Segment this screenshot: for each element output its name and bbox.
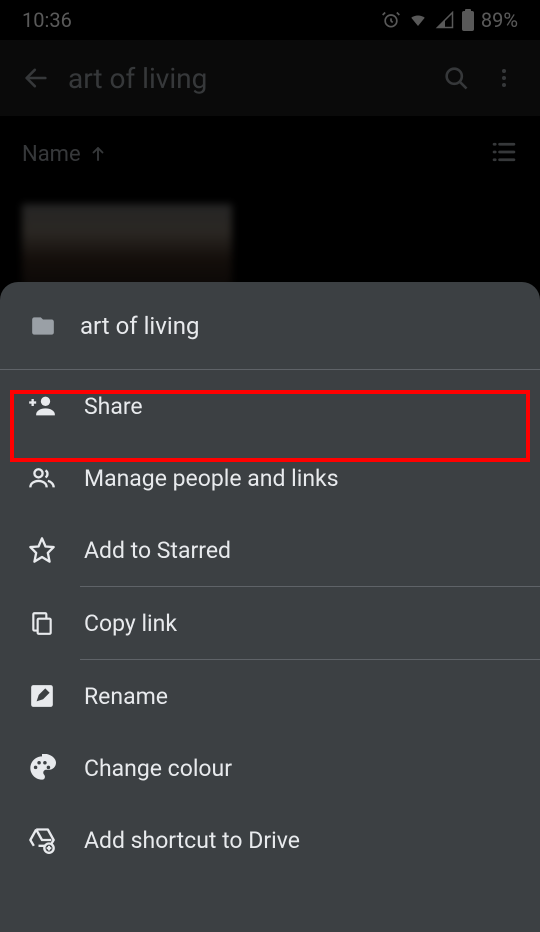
add-starred-label: Add to Starred bbox=[84, 537, 231, 564]
change-colour-label: Change colour bbox=[84, 755, 232, 782]
star-icon bbox=[28, 536, 56, 564]
manage-people-item[interactable]: Manage people and links bbox=[0, 442, 540, 514]
content-area: Name bbox=[0, 116, 540, 296]
rename-icon bbox=[29, 683, 55, 709]
copy-link-label: Copy link bbox=[84, 610, 177, 637]
page-title: art of living bbox=[60, 62, 432, 95]
back-button[interactable] bbox=[12, 54, 60, 102]
sheet-header: art of living bbox=[0, 282, 540, 370]
copy-icon bbox=[29, 609, 55, 637]
change-colour-item[interactable]: Change colour bbox=[0, 732, 540, 804]
status-indicators: 89% bbox=[381, 8, 518, 32]
copy-link-item[interactable]: Copy link bbox=[0, 587, 540, 659]
more-vert-icon bbox=[492, 66, 516, 90]
view-toggle[interactable] bbox=[490, 141, 518, 167]
wifi-icon bbox=[407, 11, 429, 29]
arrow-up-icon bbox=[89, 145, 107, 163]
sort-label: Name bbox=[22, 142, 81, 167]
app-bar: art of living bbox=[0, 40, 540, 116]
more-button[interactable] bbox=[480, 54, 528, 102]
list-view-icon bbox=[490, 141, 518, 163]
search-icon bbox=[442, 64, 470, 92]
add-shortcut-label: Add shortcut to Drive bbox=[84, 827, 300, 854]
status-bar: 10:36 89% bbox=[0, 0, 540, 40]
bottom-sheet: art of living Share Manage people and li… bbox=[0, 282, 540, 932]
drive-add-icon bbox=[28, 826, 56, 854]
signal-icon bbox=[435, 11, 455, 29]
rename-item[interactable]: Rename bbox=[0, 660, 540, 732]
palette-icon bbox=[28, 754, 56, 782]
share-item[interactable]: Share bbox=[0, 370, 540, 442]
folder-icon bbox=[28, 313, 58, 339]
alarm-icon bbox=[381, 10, 401, 30]
battery-icon bbox=[461, 9, 475, 31]
share-label: Share bbox=[84, 393, 143, 420]
sheet-folder-name: art of living bbox=[80, 312, 199, 340]
sort-button[interactable]: Name bbox=[22, 142, 107, 167]
battery-percent: 89% bbox=[481, 8, 518, 32]
manage-people-label: Manage people and links bbox=[84, 465, 339, 492]
rename-label: Rename bbox=[84, 683, 168, 710]
person-add-icon bbox=[28, 392, 56, 420]
arrow-back-icon bbox=[22, 64, 50, 92]
people-icon bbox=[28, 464, 56, 492]
clock: 10:36 bbox=[22, 8, 72, 32]
search-button[interactable] bbox=[432, 54, 480, 102]
add-starred-item[interactable]: Add to Starred bbox=[0, 514, 540, 586]
add-shortcut-item[interactable]: Add shortcut to Drive bbox=[0, 804, 540, 876]
